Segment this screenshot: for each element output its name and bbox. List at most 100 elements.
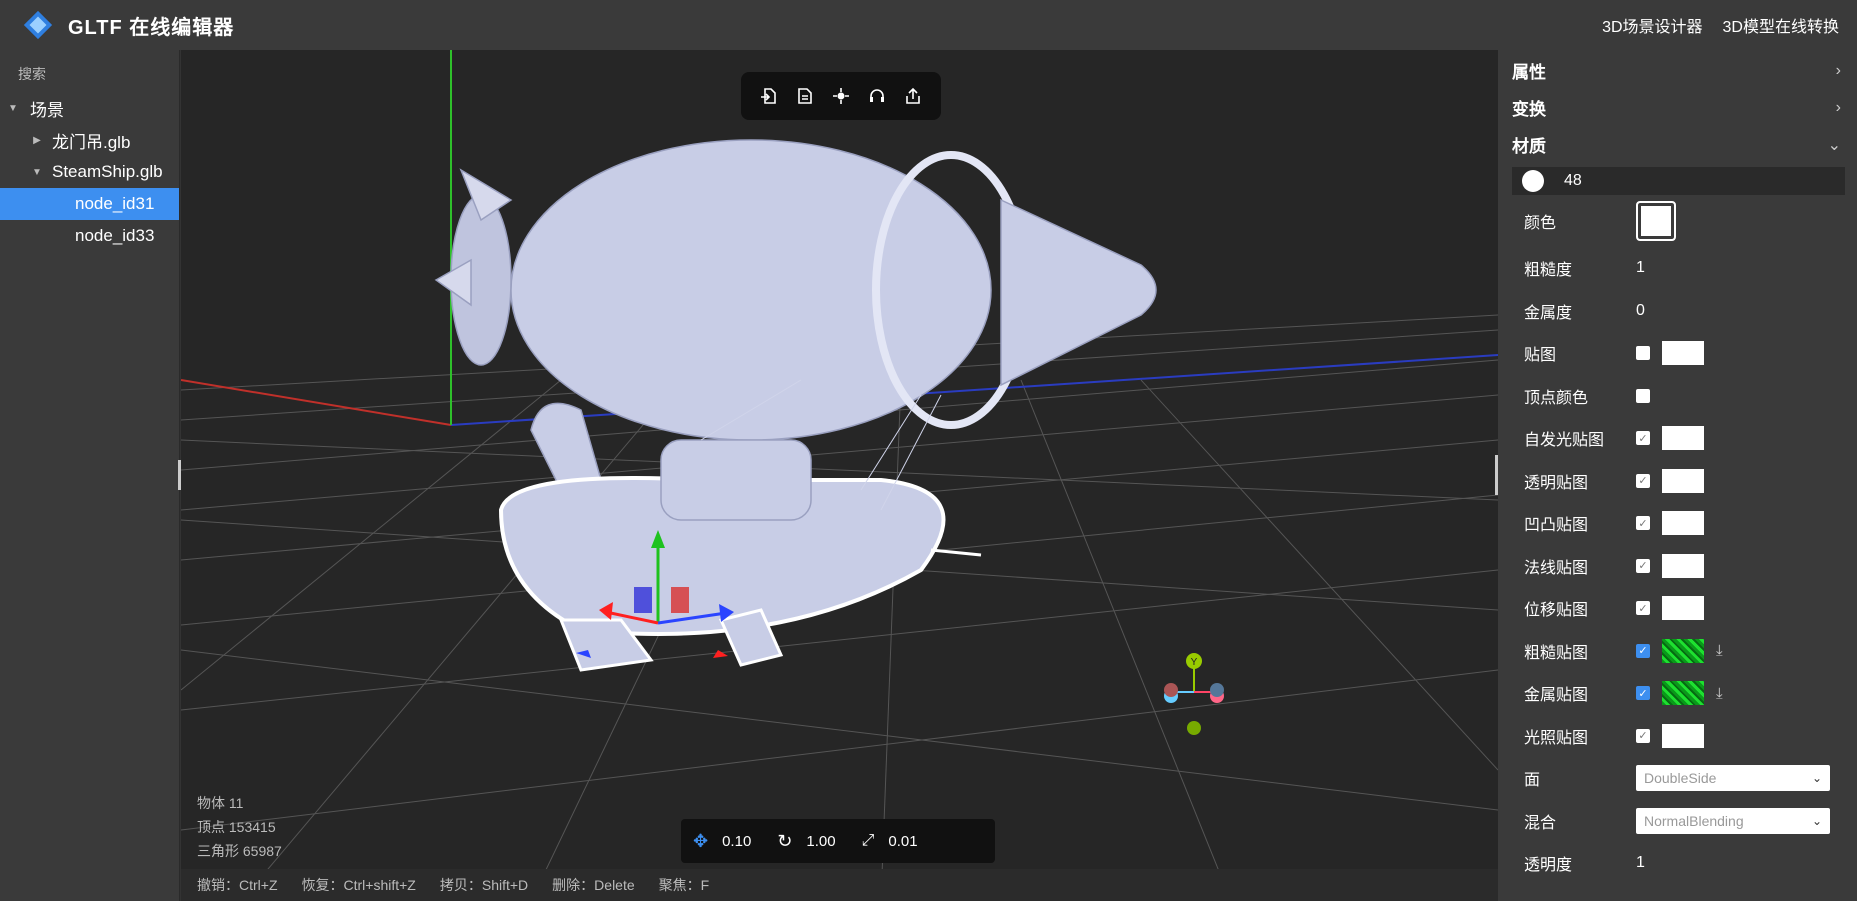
translate-snap[interactable]: ✥ 0.10 xyxy=(693,831,751,852)
prop-label: 混合 xyxy=(1524,814,1557,832)
map-checkbox[interactable]: ✓ xyxy=(1636,601,1650,616)
replace-icon[interactable] xyxy=(791,82,819,110)
app-title: GLTF 在线编辑器 xyxy=(68,16,235,39)
3d-viewport[interactable]: Y 物体 11 顶点 153415 三角形 65987 ✥ 0.10 ↻ 1.0… xyxy=(181,50,1498,901)
shortcut-undo: 撤销：Ctrl+Z xyxy=(197,877,278,893)
gizmo-y-label: Y xyxy=(1191,657,1198,668)
stat-triangles: 三角形 65987 xyxy=(197,843,282,859)
prop-label: 位移贴图 xyxy=(1524,602,1589,620)
texture-map-row: 凹凸贴图 ✓ xyxy=(1498,502,1857,545)
prop-label: 粗糙贴图 xyxy=(1524,644,1589,662)
scene-tree-panel: 搜索 ▼ 场景 ▶ 龙门吊.glb ▼ SteamShip.glb node_i… xyxy=(0,50,181,901)
section-title: 变换 xyxy=(1512,100,1546,119)
map-checkbox[interactable]: ✓ xyxy=(1636,558,1650,573)
tree-item-scene[interactable]: ▼ 场景 xyxy=(0,92,179,124)
map-checkbox[interactable]: ✓ xyxy=(1636,643,1650,658)
expanded-caret-icon[interactable]: ▼ xyxy=(6,103,20,114)
tree-item-steamship[interactable]: ▼ SteamShip.glb xyxy=(0,156,179,188)
map-texture-preview[interactable] xyxy=(1662,638,1704,663)
chevron-right-icon[interactable]: › xyxy=(1836,62,1841,80)
map-texture-preview[interactable] xyxy=(1662,341,1704,366)
scale-value[interactable]: 0.01 xyxy=(888,833,917,850)
steamship-model[interactable] xyxy=(434,139,1157,672)
top-bar: GLTF 在线编辑器 3D场景设计器 3D模型在线转换 xyxy=(0,0,1857,50)
roughness-value[interactable]: 1 xyxy=(1636,259,1645,277)
link-model-converter[interactable]: 3D模型在线转换 xyxy=(1723,13,1839,37)
prop-label: 金属贴图 xyxy=(1524,687,1589,705)
color-picker[interactable] xyxy=(1636,201,1676,241)
scene-stats: 物体 11 顶点 153415 三角形 65987 xyxy=(197,791,282,863)
tree-item-label: node_id33 xyxy=(75,226,155,245)
app-logo-icon xyxy=(22,9,54,41)
map-checkbox[interactable]: ✓ xyxy=(1636,686,1650,701)
download-icon[interactable]: ⤓ xyxy=(1716,685,1723,702)
map-checkbox[interactable]: ✓ xyxy=(1636,516,1650,531)
map-checkbox[interactable] xyxy=(1636,346,1650,361)
texture-map-row: 透明贴图 ✓ xyxy=(1498,460,1857,503)
collapsed-caret-icon[interactable]: ▶ xyxy=(30,135,44,146)
rotate-icon[interactable]: ↻ xyxy=(777,831,792,852)
view-axis-gizmo[interactable]: Y xyxy=(1164,653,1224,735)
map-texture-preview[interactable] xyxy=(1662,468,1704,493)
opacity-value[interactable]: 1 xyxy=(1636,854,1645,872)
texture-map-row: 位移贴图 ✓ xyxy=(1498,587,1857,630)
rotate-value[interactable]: 1.00 xyxy=(806,833,835,850)
headset-icon[interactable] xyxy=(863,82,891,110)
shortcut-redo: 恢复：Ctrl+shift+Z xyxy=(301,877,416,893)
blending-select[interactable]: NormalBlending ⌄ xyxy=(1636,807,1830,834)
translate-value[interactable]: 0.10 xyxy=(722,833,751,850)
map-checkbox[interactable]: ✓ xyxy=(1636,431,1650,446)
chevron-down-icon: ⌄ xyxy=(1811,813,1822,828)
shortcut-delete: 删除：Delete xyxy=(552,877,635,893)
shortcut-copy: 拷贝：Shift+D xyxy=(439,877,529,893)
prop-label: 透明贴图 xyxy=(1524,474,1589,492)
texture-map-row: 顶点颜色 xyxy=(1498,375,1857,418)
scene-canvas[interactable]: Y xyxy=(181,50,1498,901)
prop-label: 凹凸贴图 xyxy=(1524,517,1589,535)
rotate-snap[interactable]: ↻ 1.00 xyxy=(777,831,835,852)
import-icon[interactable] xyxy=(755,82,783,110)
face-select[interactable]: DoubleSide ⌄ xyxy=(1636,765,1830,792)
material-selector[interactable]: 48 xyxy=(1512,167,1845,195)
tree-item-node-id31[interactable]: node_id31 xyxy=(0,188,179,220)
prop-label: 颜色 xyxy=(1524,215,1557,232)
move-icon[interactable]: ✥ xyxy=(693,831,708,852)
chevron-right-icon[interactable]: › xyxy=(1836,99,1841,117)
chevron-down-icon[interactable]: ⌄ xyxy=(1828,135,1841,155)
prop-blending: 混合 NormalBlending ⌄ xyxy=(1498,800,1857,843)
texture-map-row: 光照贴图 ✓ xyxy=(1498,715,1857,758)
center-icon[interactable] xyxy=(827,82,855,110)
expanded-caret-icon[interactable]: ▼ xyxy=(30,167,44,178)
section-transform[interactable]: 变换 › xyxy=(1498,89,1857,126)
map-texture-preview[interactable] xyxy=(1662,596,1704,621)
top-links: 3D场景设计器 3D模型在线转换 xyxy=(1602,0,1839,50)
map-checkbox[interactable] xyxy=(1636,388,1650,403)
viewport-toolbar xyxy=(741,72,941,120)
tree-item-longmendiao[interactable]: ▶ 龙门吊.glb xyxy=(0,124,179,156)
map-texture-preview[interactable] xyxy=(1662,553,1704,578)
texture-map-row: 贴图 xyxy=(1498,332,1857,375)
tree-item-label: SteamShip.glb xyxy=(52,162,163,181)
map-texture-preview[interactable] xyxy=(1662,426,1704,451)
tree-item-node-id33[interactable]: node_id33 xyxy=(0,220,179,252)
shortcut-focus: 聚焦：F xyxy=(658,877,710,893)
search-label[interactable]: 搜索 xyxy=(0,50,179,92)
map-checkbox[interactable]: ✓ xyxy=(1636,473,1650,488)
section-material[interactable]: 材质 ⌄ xyxy=(1498,126,1857,163)
prop-label: 面 xyxy=(1524,772,1541,790)
prop-label: 粗糙度 xyxy=(1524,262,1573,280)
link-scene-designer[interactable]: 3D场景设计器 xyxy=(1602,13,1702,37)
metalness-value[interactable]: 0 xyxy=(1636,302,1645,320)
prop-face: 面 DoubleSide ⌄ xyxy=(1498,757,1857,800)
map-texture-preview[interactable] xyxy=(1662,511,1704,536)
blending-select-value: NormalBlending xyxy=(1644,812,1744,829)
map-checkbox[interactable]: ✓ xyxy=(1636,728,1650,743)
scale-snap[interactable]: ⤢ 0.01 xyxy=(862,832,918,850)
map-texture-preview[interactable] xyxy=(1662,723,1704,748)
scale-icon[interactable]: ⤢ xyxy=(862,832,875,850)
section-attributes[interactable]: 属性 › xyxy=(1498,52,1857,89)
export-icon[interactable] xyxy=(899,82,927,110)
download-icon[interactable]: ⤓ xyxy=(1716,642,1723,659)
prop-opacity: 透明度 1 xyxy=(1498,842,1857,885)
map-texture-preview[interactable] xyxy=(1662,681,1704,706)
